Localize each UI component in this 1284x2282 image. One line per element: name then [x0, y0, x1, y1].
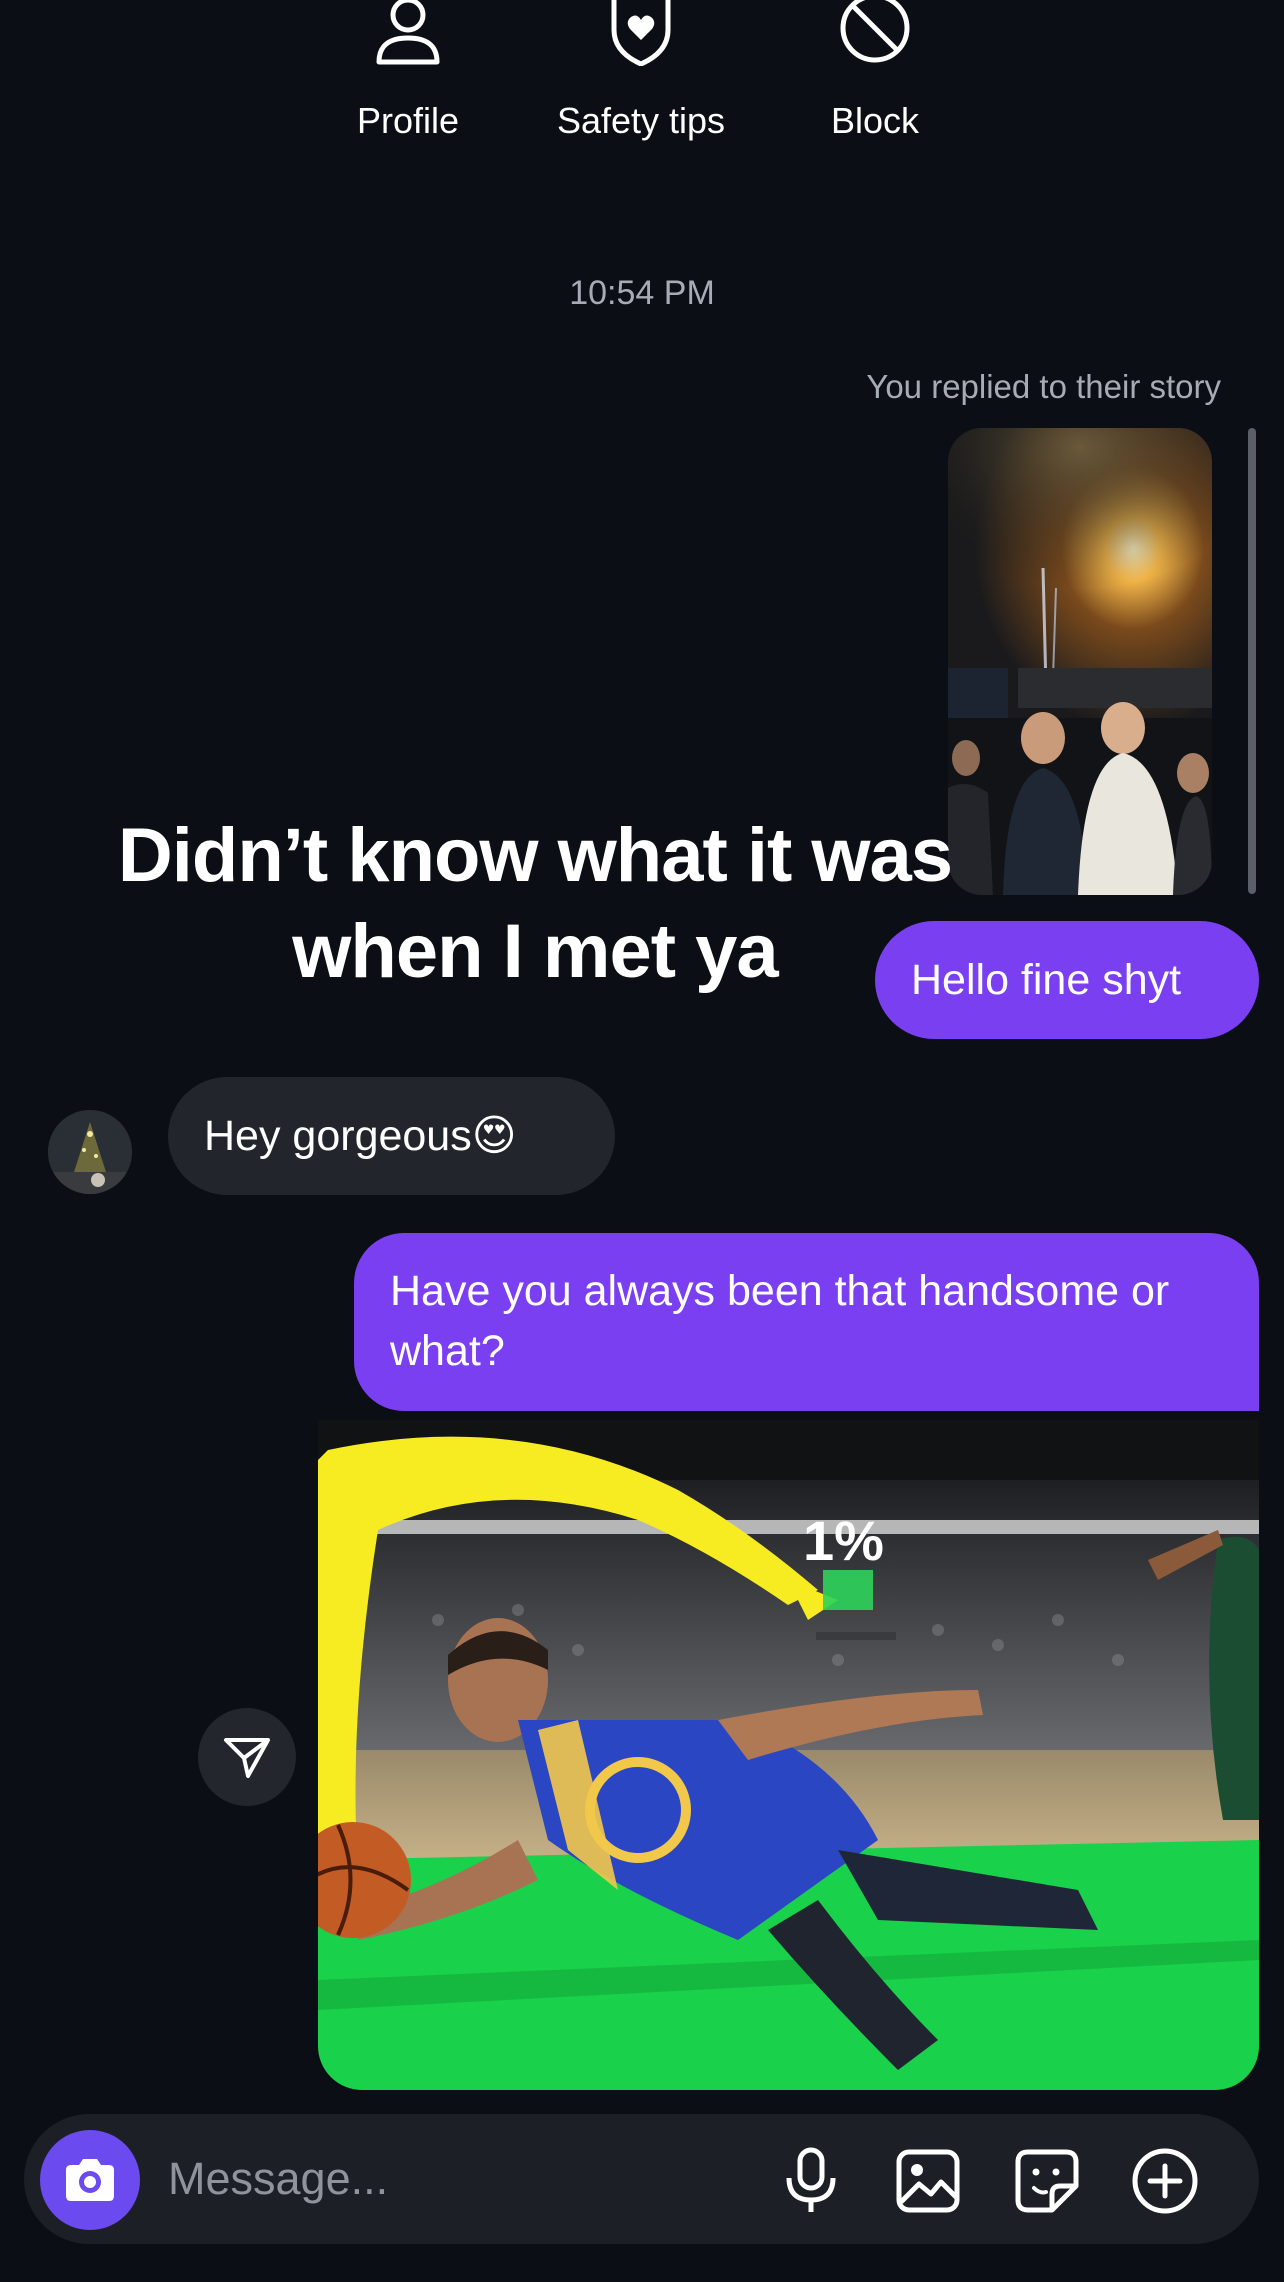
incoming-message-bubble[interactable]: Hey gorgeous😍 — [168, 1077, 615, 1195]
profile-label: Profile — [356, 100, 460, 141]
person-icon — [376, 0, 440, 65]
sent-image-message[interactable]: 1% — [318, 1420, 1259, 2090]
heart-eyes-emoji: 😍 — [471, 1112, 517, 1160]
message-timestamp: 10:54 PM — [569, 274, 715, 312]
paper-plane-icon — [224, 1738, 270, 1778]
avatar-image — [48, 1110, 132, 1194]
profile-button[interactable]: Profile — [298, 0, 518, 142]
story-caption-line-1: Didn’t know what it was — [117, 813, 953, 898]
image-overlay-text: 1% — [803, 1509, 884, 1572]
outgoing-message-bubble[interactable]: Have you always been that handsome or wh… — [354, 1233, 1259, 1411]
story-reply-note: You replied to their story — [866, 368, 1221, 405]
image-icon — [896, 2149, 960, 2213]
gallery-button[interactable] — [891, 2144, 965, 2218]
basketball-meme-image: 1% — [318, 1420, 1259, 2090]
message-text: Hey gorgeous — [204, 1112, 472, 1160]
block-label: Block — [830, 100, 920, 141]
message-composer — [24, 2114, 1259, 2244]
message-input[interactable] — [168, 2144, 748, 2214]
forward-button[interactable] — [198, 1708, 296, 1806]
message-text: Hello fine shyt — [911, 956, 1182, 1004]
scrollbar-thumb[interactable] — [1248, 428, 1256, 894]
safety-tips-button[interactable]: Safety tips — [531, 0, 751, 142]
microphone-icon — [786, 2147, 836, 2212]
block-button[interactable]: Block — [765, 0, 985, 142]
avatar[interactable] — [48, 1110, 132, 1194]
safety-tips-label: Safety tips — [556, 100, 726, 141]
camera-button[interactable] — [40, 2130, 140, 2230]
more-options-button[interactable] — [1128, 2144, 1202, 2218]
story-caption-line-2: when I met ya — [292, 909, 778, 994]
shield-heart-icon — [611, 0, 671, 66]
block-icon — [840, 0, 910, 63]
outgoing-message-bubble[interactable]: Hello fine shyt — [875, 921, 1259, 1039]
sticker-button[interactable] — [1010, 2144, 1084, 2218]
plus-circle-icon — [1132, 2148, 1198, 2214]
sticker-icon — [1015, 2149, 1079, 2213]
camera-icon — [66, 2159, 114, 2201]
message-text: Have you always been that handsome or wh… — [390, 1267, 1170, 1375]
microphone-button[interactable] — [774, 2144, 848, 2218]
story-caption: Didn’t know what it was when I met ya — [60, 808, 1010, 1000]
